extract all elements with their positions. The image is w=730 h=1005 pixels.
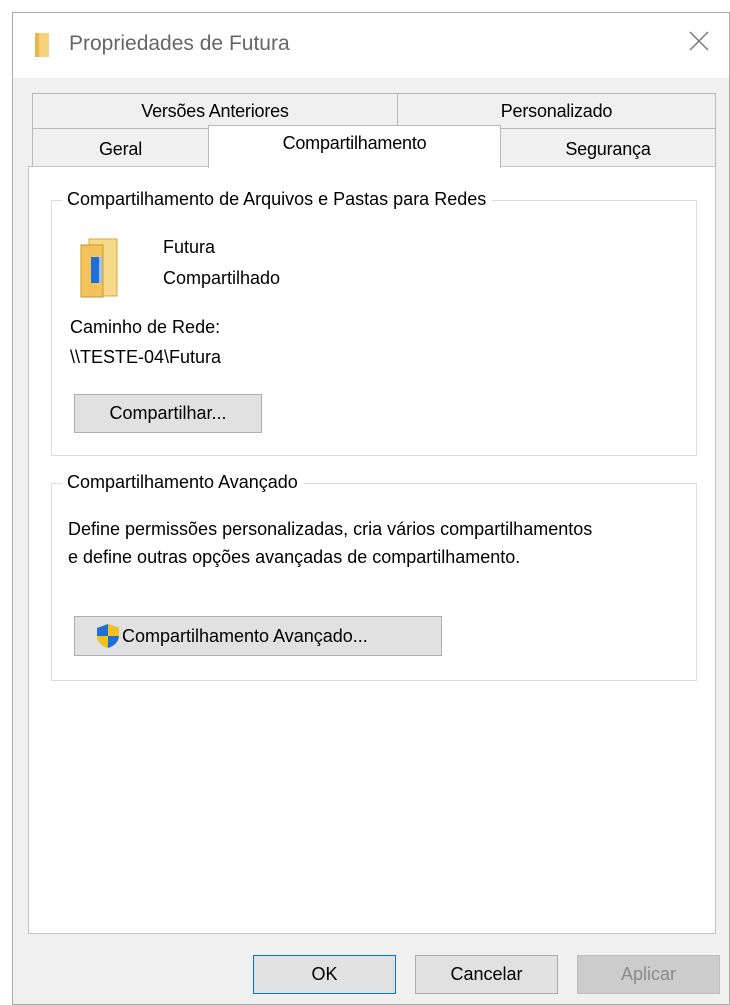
folder-name: Futura <box>163 237 216 257</box>
advanced-description-line-1: Define permissões personalizadas, cria v… <box>68 519 593 539</box>
tab-personalizado[interactable]: Personalizado <box>397 93 716 129</box>
window-title: Propriedades de Futura <box>69 32 290 55</box>
close-button[interactable] <box>669 13 729 73</box>
apply-button[interactable]: Aplicar <box>577 955 720 994</box>
folder-icon <box>35 33 49 57</box>
close-icon <box>689 30 709 56</box>
properties-dialog: Propriedades de Futura Versões Anteriore… <box>12 12 730 1005</box>
network-path-value: \\TESTE-04\Futura <box>70 347 222 367</box>
advanced-sharing-button-label: Compartilhamento Avançado... <box>122 625 368 646</box>
tab-label: Compartilhamento <box>282 133 427 153</box>
ok-button[interactable]: OK <box>253 955 396 994</box>
group-title: Compartilhamento Avançado <box>62 472 304 493</box>
share-button[interactable]: Compartilhar... <box>74 394 262 433</box>
advanced-sharing-group: Compartilhamento Avançado Define permiss… <box>51 472 697 681</box>
folder-status: Compartilhado <box>163 268 281 288</box>
shared-folder-icon <box>79 237 119 299</box>
tab-seguranca[interactable]: Segurança <box>500 128 716 167</box>
tab-geral[interactable]: Geral <box>32 128 209 167</box>
network-path-label: Caminho de Rede: <box>70 317 221 337</box>
cancel-button[interactable]: Cancelar <box>415 955 558 994</box>
uac-shield-icon <box>96 623 120 649</box>
tab-label: Segurança <box>565 139 651 159</box>
sharing-panel: Compartilhamento de Arquivos e Pastas pa… <box>28 166 716 934</box>
group-title: Compartilhamento de Arquivos e Pastas pa… <box>62 189 493 210</box>
tab-label: Personalizado <box>500 101 613 121</box>
advanced-sharing-button[interactable]: Compartilhamento Avançado... <box>74 616 442 656</box>
tab-label: Versões Anteriores <box>141 101 289 121</box>
network-sharing-group: Compartilhamento de Arquivos e Pastas pa… <box>51 189 697 456</box>
tab-label: Geral <box>98 139 143 159</box>
advanced-description-line-2: e define outras opções avançadas de comp… <box>68 547 521 567</box>
tab-versoes-anteriores[interactable]: Versões Anteriores <box>32 93 398 129</box>
tab-compartilhamento[interactable]: Compartilhamento <box>208 125 501 168</box>
title-bar: Propriedades de Futura <box>13 13 729 78</box>
